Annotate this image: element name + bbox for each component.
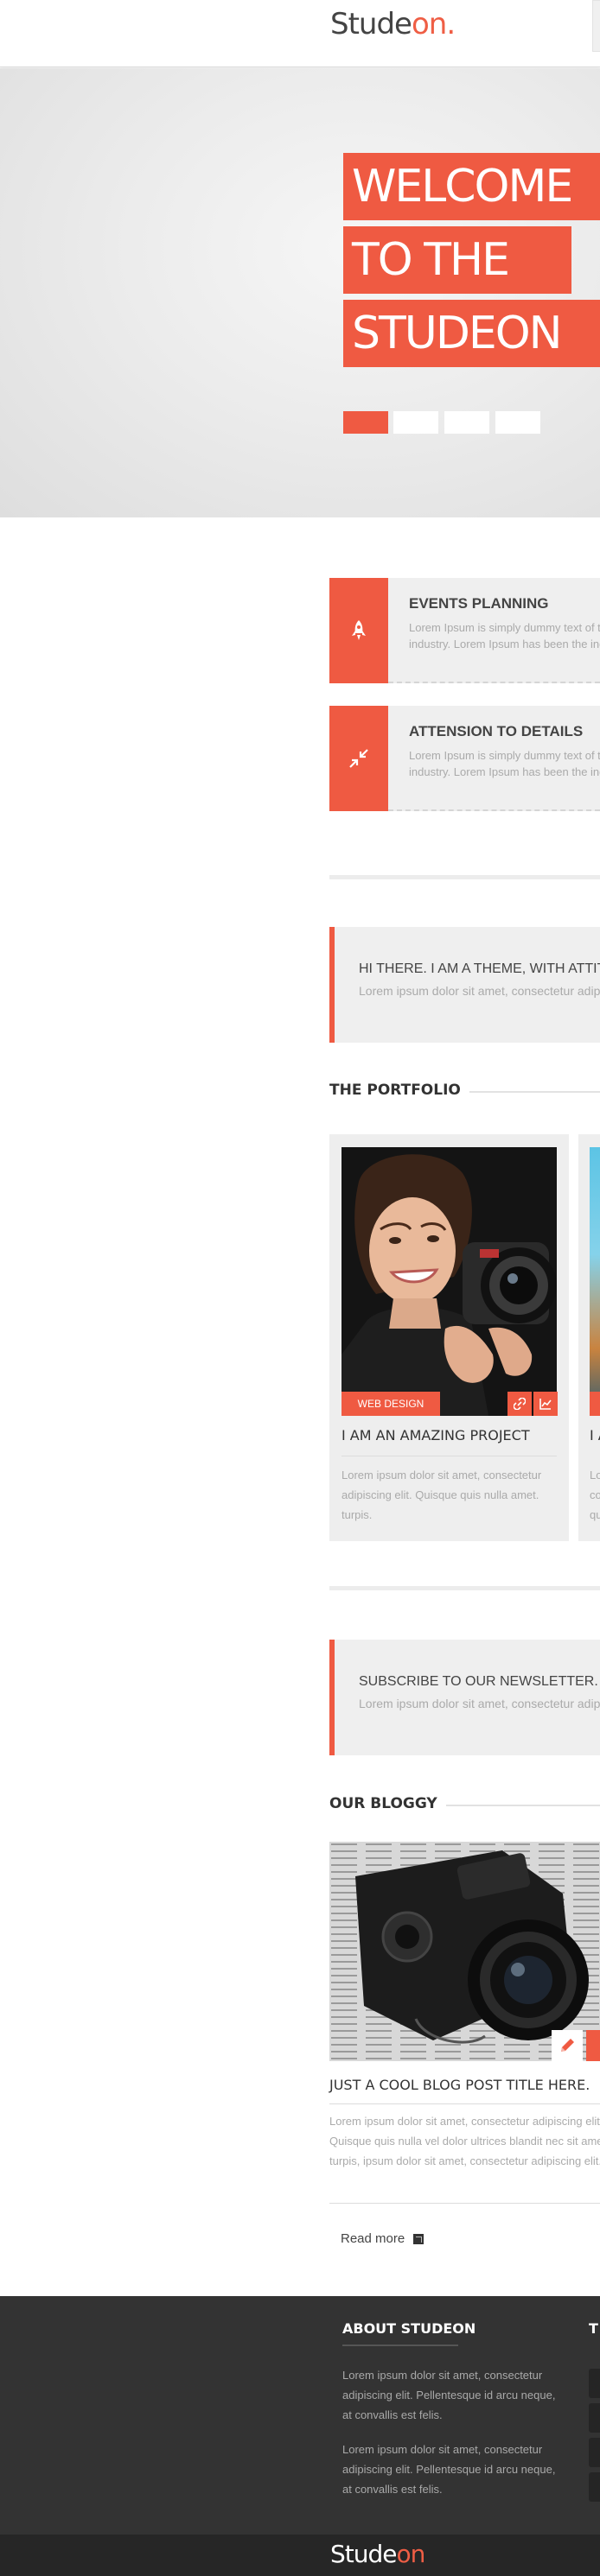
footer-about-heading: ABOUT STUDEON <box>342 2320 476 2337</box>
blog-heading: OUR BLOGGY <box>329 1795 600 1816</box>
site-logo[interactable]: Studeon. <box>330 7 456 41</box>
footer-logo[interactable]: Studeon <box>330 2540 426 2568</box>
blog-post-title[interactable]: JUST A COOL BLOG POST TITLE HERE. <box>329 2077 590 2093</box>
hero-headline-line-1: WELCOME <box>343 153 600 220</box>
logo-text-dark: Stude <box>330 7 412 41</box>
feature-title: EVENTS PLANNING <box>409 595 549 612</box>
blog-divider <box>329 2103 600 2104</box>
blog-heading-text: OUR BLOGGY <box>329 1795 446 1812</box>
portfolio-item-text: Lorem ipsum dolor sit amet, consectetur … <box>341 1469 542 1521</box>
blog-post-excerpt: Lorem ipsum dolor sit amet, consectetur … <box>329 2115 600 2167</box>
feature-content: ATTENSION TO DETAILS Lorem Ipsum is simp… <box>388 706 600 811</box>
portfolio-item-title[interactable]: I A <box>590 1427 600 1443</box>
logo-text-accent: on. <box>411 7 456 41</box>
feature-text: Lorem Ipsum is simply dummy text of the … <box>409 621 600 650</box>
header-search-box[interactable] <box>592 0 600 52</box>
footer-bottom-bar: Studeon <box>0 2535 600 2576</box>
portfolio-photo[interactable] <box>590 1147 600 1416</box>
compress-arrows-icon <box>329 706 388 811</box>
callout-title: SUBSCRIBE TO OUR NEWSLETTER. WE <box>359 1674 600 1689</box>
chart-icon[interactable] <box>533 1392 558 1416</box>
read-more-label: Read more <box>341 2231 405 2246</box>
portfolio-item-text: Lo co qu <box>590 1469 600 1521</box>
slider-dot-1-active[interactable] <box>343 411 388 434</box>
section-divider <box>329 1586 600 1590</box>
portfolio-heading-text: THE PORTFOLIO <box>329 1082 469 1099</box>
feature-title: ATTENSION TO DETAILS <box>409 723 584 739</box>
footer-tag[interactable] <box>589 2438 600 2467</box>
portfolio-heading: THE PORTFOLIO <box>329 1082 600 1102</box>
site-header: Studeon. <box>0 0 600 67</box>
newsletter-callout: SUBSCRIBE TO OUR NEWSLETTER. WE Lorem ip… <box>329 1640 600 1755</box>
portfolio-item-title[interactable]: I AM AN AMAZING PROJECT <box>341 1427 530 1443</box>
logo-text-light: Stude <box>330 2540 397 2568</box>
link-icon[interactable] <box>507 1392 532 1416</box>
blog-divider <box>329 2203 600 2204</box>
feature-text: Lorem Ipsum is simply dummy text of the … <box>409 749 600 778</box>
hero-headline-line-3: STUDEON <box>343 300 600 367</box>
blog-action-icon[interactable] <box>586 2030 600 2061</box>
footer-tag[interactable] <box>589 2403 600 2433</box>
blog-post-photo[interactable] <box>329 1842 600 2061</box>
slider-dot-2[interactable] <box>393 411 438 434</box>
feature-content: EVENTS PLANNING Lorem Ipsum is simply du… <box>388 578 600 683</box>
slider-dot-3[interactable] <box>444 411 489 434</box>
footer-tag[interactable] <box>589 2369 600 2398</box>
footer-tag[interactable] <box>589 2472 600 2502</box>
pencil-icon[interactable] <box>552 2030 583 2061</box>
callout-title: HI THERE. I AM A THEME, WITH ATTITUDE <box>359 961 600 976</box>
feature-box-events: EVENTS PLANNING Lorem Ipsum is simply du… <box>329 578 600 683</box>
callout-text: Lorem ipsum dolor sit amet, consectetur … <box>359 984 600 998</box>
intro-callout: HI THERE. I AM A THEME, WITH ATTITUDE Lo… <box>329 927 600 1043</box>
rocket-icon <box>329 578 388 683</box>
footer-about-text: Lorem ipsum dolor sit amet, consectetur … <box>342 2443 556 2496</box>
portfolio-card[interactable]: I A Lo co qu <box>578 1134 600 1541</box>
portfolio-category-tag[interactable]: WEB DESIGN <box>341 1392 440 1416</box>
site-footer: ABOUT STUDEON Lorem ipsum dolor sit amet… <box>0 2296 600 2535</box>
logo-text-accent: on <box>396 2540 426 2568</box>
slider-dot-4[interactable] <box>495 411 540 434</box>
footer-column-heading: T <box>589 2320 598 2337</box>
hero-headline-line-2: TO THE <box>343 226 571 294</box>
read-more-link[interactable]: Read more <box>341 2231 424 2246</box>
arrow-right-icon <box>413 2233 424 2244</box>
footer-about-text: Lorem ipsum dolor sit amet, consectetur … <box>342 2369 556 2421</box>
section-divider <box>329 875 600 879</box>
feature-box-details: ATTENSION TO DETAILS Lorem Ipsum is simp… <box>329 706 600 811</box>
portfolio-card[interactable]: WEB DESIGN I AM AN AMAZING PROJECT Lorem… <box>329 1134 569 1541</box>
portfolio-photo[interactable] <box>341 1147 557 1416</box>
hero-slider: WELCOME TO THE STUDEON <box>0 68 600 517</box>
callout-text: Lorem ipsum dolor sit amet, consectetur … <box>359 1697 600 1710</box>
portfolio-category-tag[interactable] <box>590 1392 600 1416</box>
footer-heading-rule <box>342 2344 458 2346</box>
